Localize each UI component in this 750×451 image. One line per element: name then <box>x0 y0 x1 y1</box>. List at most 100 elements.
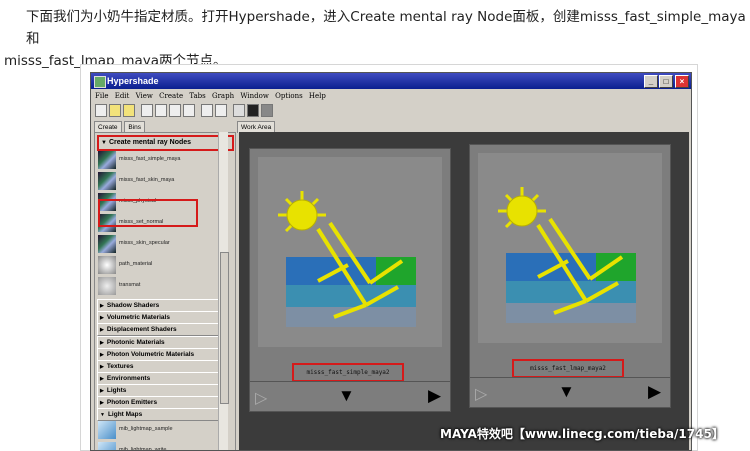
title-bar[interactable]: Hypershade _ □ × <box>91 73 691 89</box>
menu-bar: File Edit View Create Tabs Graph Window … <box>91 90 691 102</box>
node-item[interactable]: misss_fast_simple_maya <box>98 151 218 170</box>
category-label: Photonic Materials <box>106 339 165 346</box>
highlight-box <box>98 199 198 227</box>
path-material-icon <box>98 256 116 274</box>
output-arrow-icon[interactable]: ▶ <box>648 382 661 402</box>
scrollbar-thumb[interactable] <box>220 252 229 404</box>
work-node-swatch[interactable]: misss_fast_simple_maya2 ▷ ▼ ▶ <box>249 148 451 412</box>
back-arrow-icon[interactable] <box>109 104 121 117</box>
category-displacement-shaders[interactable]: ▶ Displacement Shaders <box>97 323 221 336</box>
sun-light-icon <box>498 187 636 323</box>
category-label: Environments <box>106 375 151 382</box>
menu-file[interactable]: File <box>95 90 108 102</box>
node-item-label: transmat <box>119 282 141 288</box>
expand-node-icon[interactable]: ▼ <box>338 386 355 406</box>
rearrange-graph-icon[interactable] <box>215 104 227 117</box>
node-item[interactable]: misss_fast_skin_maya <box>98 172 218 191</box>
layout-2-icon[interactable] <box>247 104 259 117</box>
category-label: Shadow Shaders <box>106 302 160 309</box>
expand-arrow-icon: ▶ <box>100 400 104 406</box>
category-label: Volumetric Materials <box>106 314 170 321</box>
render-swatch-icon[interactable]: ▷ <box>255 388 267 408</box>
category-label: Textures <box>106 363 134 370</box>
menu-view[interactable]: View <box>136 90 153 102</box>
node-item[interactable]: mib_lightmap_write <box>98 442 218 451</box>
menu-edit[interactable]: Edit <box>115 90 130 102</box>
node-controls: ▷ ▼ ▶ <box>470 377 670 408</box>
node-item-label: mib_lightmap_write <box>119 447 167 451</box>
intro-text: 下面我们为小奶牛指定材质。打开Hypershade，进入Create menta… <box>4 6 746 72</box>
expand-arrow-icon: ▶ <box>100 364 104 370</box>
node-item[interactable]: transmat <box>98 277 218 296</box>
category-light-maps[interactable]: ▼ Light Maps <box>97 408 221 421</box>
toolbar <box>93 102 689 118</box>
node-item-label: misss_fast_skin_maya <box>119 177 175 183</box>
lightmap-icon <box>98 442 116 450</box>
select-tool-icon[interactable] <box>95 104 107 117</box>
node-item-label: mib_lightmap_sample <box>119 426 173 432</box>
forward-arrow-icon[interactable] <box>123 104 135 117</box>
clear-graph-icon[interactable] <box>201 104 213 117</box>
layout-3-icon[interactable] <box>261 104 273 117</box>
menu-window[interactable]: Window <box>240 90 269 102</box>
node-item-label: path_material <box>119 261 153 267</box>
output-arrow-icon[interactable]: ▶ <box>428 386 441 406</box>
mental-ray-node-art <box>478 153 662 343</box>
node-name-label[interactable]: misss_fast_simple_maya2 <box>292 363 404 382</box>
input-connections-icon[interactable] <box>155 104 167 117</box>
graph-icon[interactable] <box>141 104 153 117</box>
collapse-arrow-icon: ▼ <box>101 140 107 146</box>
create-panel: ▼ Create mental ray Nodes misss_fast_simp… <box>94 132 236 451</box>
expand-arrow-icon: ▶ <box>100 352 104 358</box>
render-swatch-icon[interactable]: ▷ <box>475 384 487 404</box>
section-header[interactable]: ▼ Create mental ray Nodes <box>97 135 234 151</box>
category-label: Photon Emitters <box>106 399 158 406</box>
expand-arrow-icon: ▶ <box>100 388 104 394</box>
menu-create[interactable]: Create <box>159 90 183 102</box>
category-label: Light Maps <box>107 411 143 418</box>
node-name-label[interactable]: misss_fast_lmap_maya2 <box>512 359 624 378</box>
hypershade-window: Hypershade _ □ × File Edit View Create T… <box>90 72 692 451</box>
io-connections-icon[interactable] <box>169 104 181 117</box>
sun-light-icon <box>278 191 416 327</box>
work-area: misss_fast_simple_maya2 ▷ ▼ ▶ misss_fast… <box>239 132 689 450</box>
node-item[interactable]: mib_lightmap_sample <box>98 421 218 440</box>
node-item[interactable]: misss_skin_specular <box>98 235 218 254</box>
maximize-button[interactable]: □ <box>659 75 673 88</box>
expand-arrow-icon: ▶ <box>100 303 104 309</box>
watermark-text: MAYA特效吧【www.linecg.com/tieba/1745】 <box>440 427 724 441</box>
category-label: Lights <box>106 387 127 394</box>
expand-arrow-icon: ▶ <box>100 315 104 321</box>
work-node-swatch[interactable]: misss_fast_lmap_maya2 ▷ ▼ ▶ <box>469 144 671 408</box>
left-tabs: Create Bins <box>94 121 146 133</box>
expand-arrow-icon: ▶ <box>100 376 104 382</box>
layout-1-icon[interactable] <box>233 104 245 117</box>
node-item[interactable]: path_material <box>98 256 218 275</box>
node-item-label: misss_fast_simple_maya <box>119 156 181 162</box>
node-item-label: misss_skin_specular <box>119 240 170 246</box>
section-title: Create mental ray Nodes <box>108 139 192 146</box>
output-connections-icon[interactable] <box>183 104 195 117</box>
node-controls: ▷ ▼ ▶ <box>250 381 450 412</box>
expand-arrow-icon: ▶ <box>100 340 104 346</box>
expand-arrow-icon: ▶ <box>100 327 104 333</box>
expand-node-icon[interactable]: ▼ <box>558 382 575 402</box>
collapse-arrow-icon: ▼ <box>100 412 105 418</box>
menu-options[interactable]: Options <box>275 90 303 102</box>
lightmap-icon <box>98 421 116 439</box>
category-label: Displacement Shaders <box>106 326 177 333</box>
shader-swatch-icon <box>98 151 116 169</box>
shader-swatch-icon <box>98 235 116 253</box>
minimize-button[interactable]: _ <box>644 75 658 88</box>
mental-ray-node-art <box>258 157 442 347</box>
menu-help[interactable]: Help <box>309 90 326 102</box>
intro-line-1: 下面我们为小奶牛指定材质。打开Hypershade，进入Create menta… <box>26 9 746 47</box>
category-label: Photon Volumetric Materials <box>106 351 195 358</box>
menu-tabs[interactable]: Tabs <box>189 90 205 102</box>
menu-graph[interactable]: Graph <box>212 90 234 102</box>
close-button[interactable]: × <box>675 75 689 88</box>
maya-app-icon <box>94 76 106 88</box>
shader-swatch-icon <box>98 172 116 190</box>
transmat-icon <box>98 277 116 295</box>
left-scrollbar[interactable] <box>218 132 229 450</box>
